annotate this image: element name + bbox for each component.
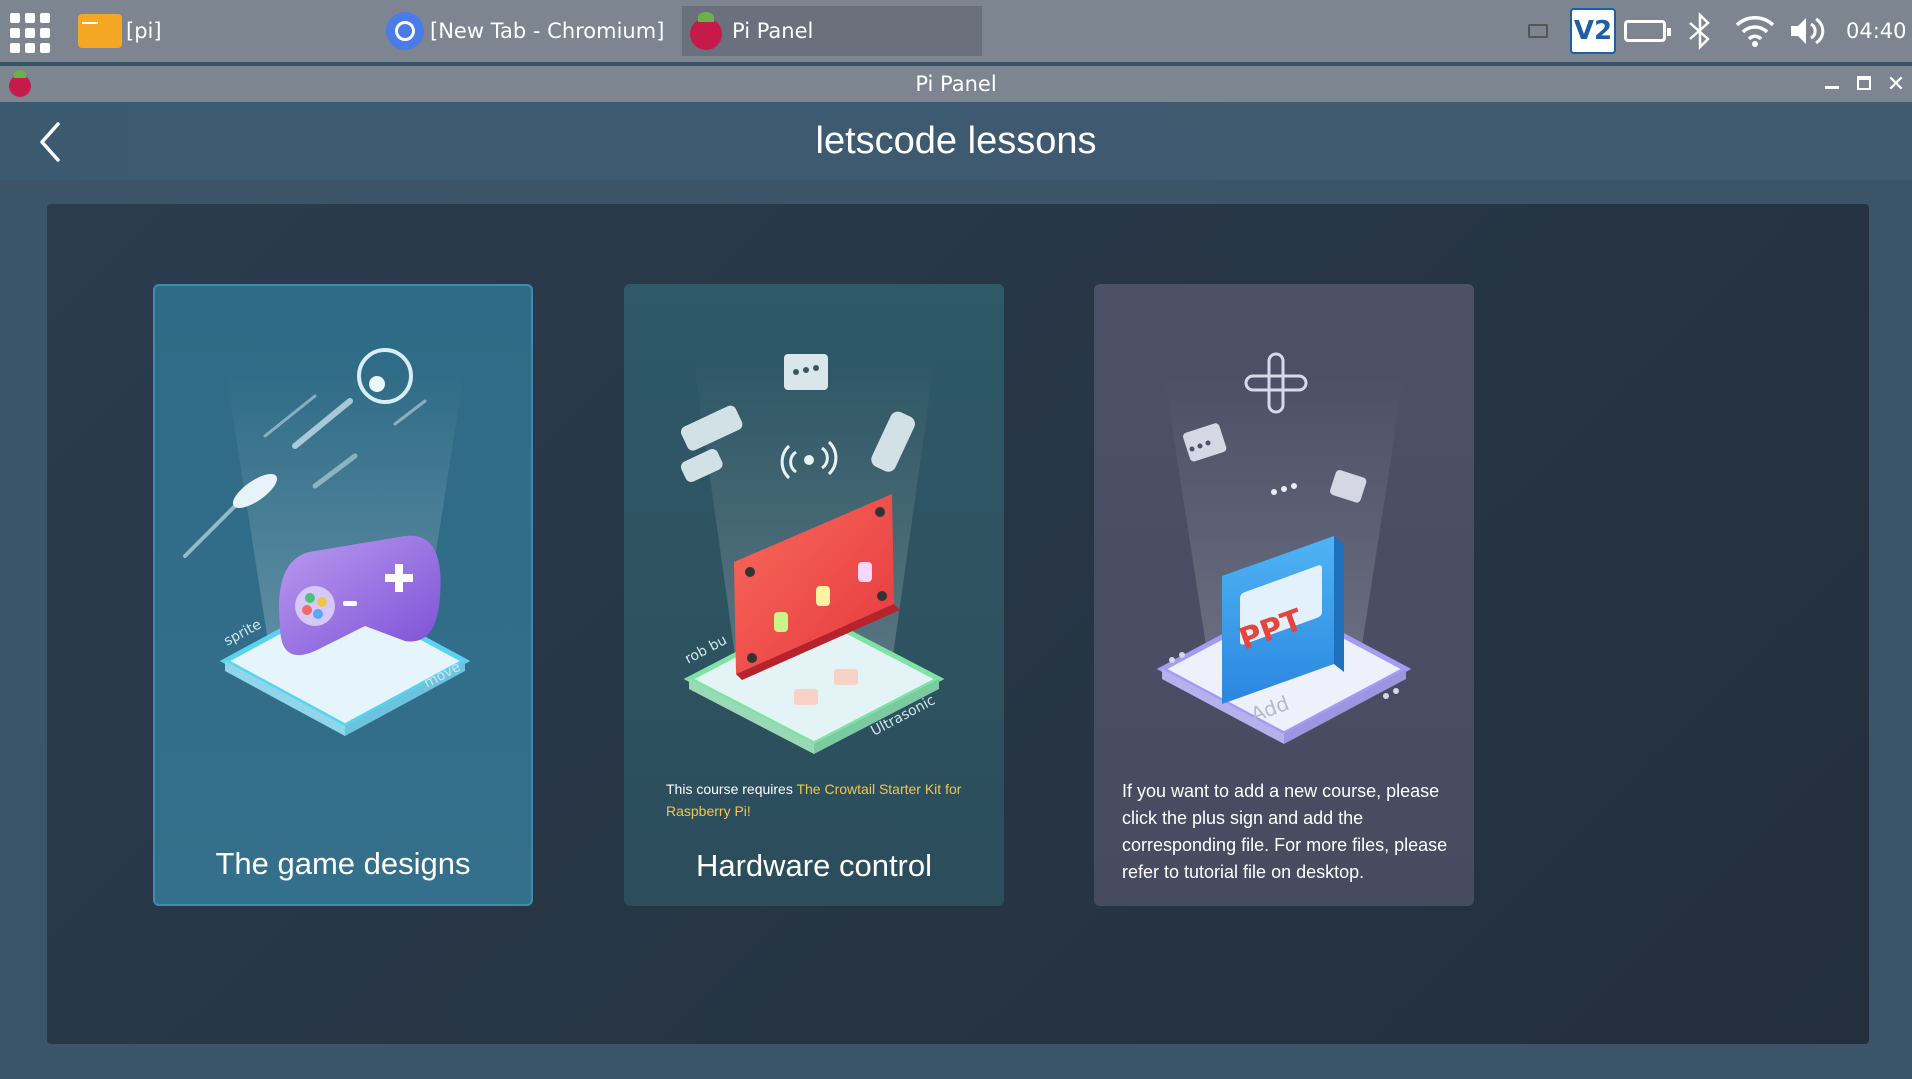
window-title: Pi Panel <box>915 72 997 96</box>
game-controller-illustration: sprite move <box>183 348 471 736</box>
add-ppt-illustration: PPT Add <box>1156 352 1412 744</box>
chromium-icon <box>386 12 424 50</box>
battery-icon[interactable] <box>1624 0 1672 62</box>
chevron-left-icon <box>40 122 60 162</box>
maximize-button[interactable] <box>1852 72 1876 96</box>
card-title: The game designs <box>215 846 471 881</box>
course-requirement-note: This course requires The Crowtail Starte… <box>666 778 966 822</box>
vnc-icon[interactable]: V2 <box>1570 0 1616 62</box>
card-title: Hardware control <box>695 848 933 883</box>
task-label: [pi] <box>126 19 162 43</box>
clock: 04:40 <box>1846 19 1907 43</box>
add-course-description: If you want to add a new course, please … <box>1122 781 1448 882</box>
taskbar-item-pi-panel[interactable]: Pi Panel <box>682 6 982 56</box>
window-titlebar[interactable]: Pi Panel ✕ <box>0 66 1912 102</box>
app-content: letscode lessons sprite move The game de… <box>0 102 1912 1079</box>
keyboard-icon[interactable] <box>1528 0 1552 62</box>
app-header: letscode lessons <box>0 102 1912 180</box>
lessons-panel: sprite move The game designs rob bu Ultr… <box>47 204 1869 1044</box>
lesson-card-game-designs[interactable]: sprite move The game designs <box>153 284 533 906</box>
taskbar: [pi] [New Tab - Chromium] Pi Panel V2 04… <box>0 0 1912 62</box>
lesson-card-hardware-control[interactable]: rob bu Ultrasonic This course requires T… <box>624 284 1004 906</box>
close-button[interactable]: ✕ <box>1884 72 1908 96</box>
lesson-card-add-course[interactable]: PPT Add If you want to add a new course,… <box>1094 284 1474 906</box>
minimize-button[interactable] <box>1820 72 1844 96</box>
volume-icon[interactable] <box>1788 0 1832 62</box>
taskbar-item-chromium[interactable]: [New Tab - Chromium] <box>380 6 670 56</box>
note-prefix: This course requires <box>666 781 797 797</box>
app-menu-icon[interactable] <box>10 13 50 53</box>
task-label: Pi Panel <box>732 19 814 43</box>
wifi-icon[interactable] <box>1734 0 1778 62</box>
hardware-board-illustration: rob bu Ultrasonic <box>680 354 945 754</box>
raspberry-pi-icon <box>686 10 726 52</box>
raspberry-pi-icon <box>6 70 34 98</box>
vnc-label: V2 <box>1570 8 1616 54</box>
bluetooth-icon[interactable] <box>1686 0 1718 62</box>
folder-icon <box>78 14 122 48</box>
task-label: [New Tab - Chromium] <box>430 19 665 43</box>
taskbar-item-file-manager[interactable]: [pi] <box>78 6 368 56</box>
back-button[interactable] <box>30 118 70 166</box>
page-title: letscode lessons <box>815 120 1097 162</box>
